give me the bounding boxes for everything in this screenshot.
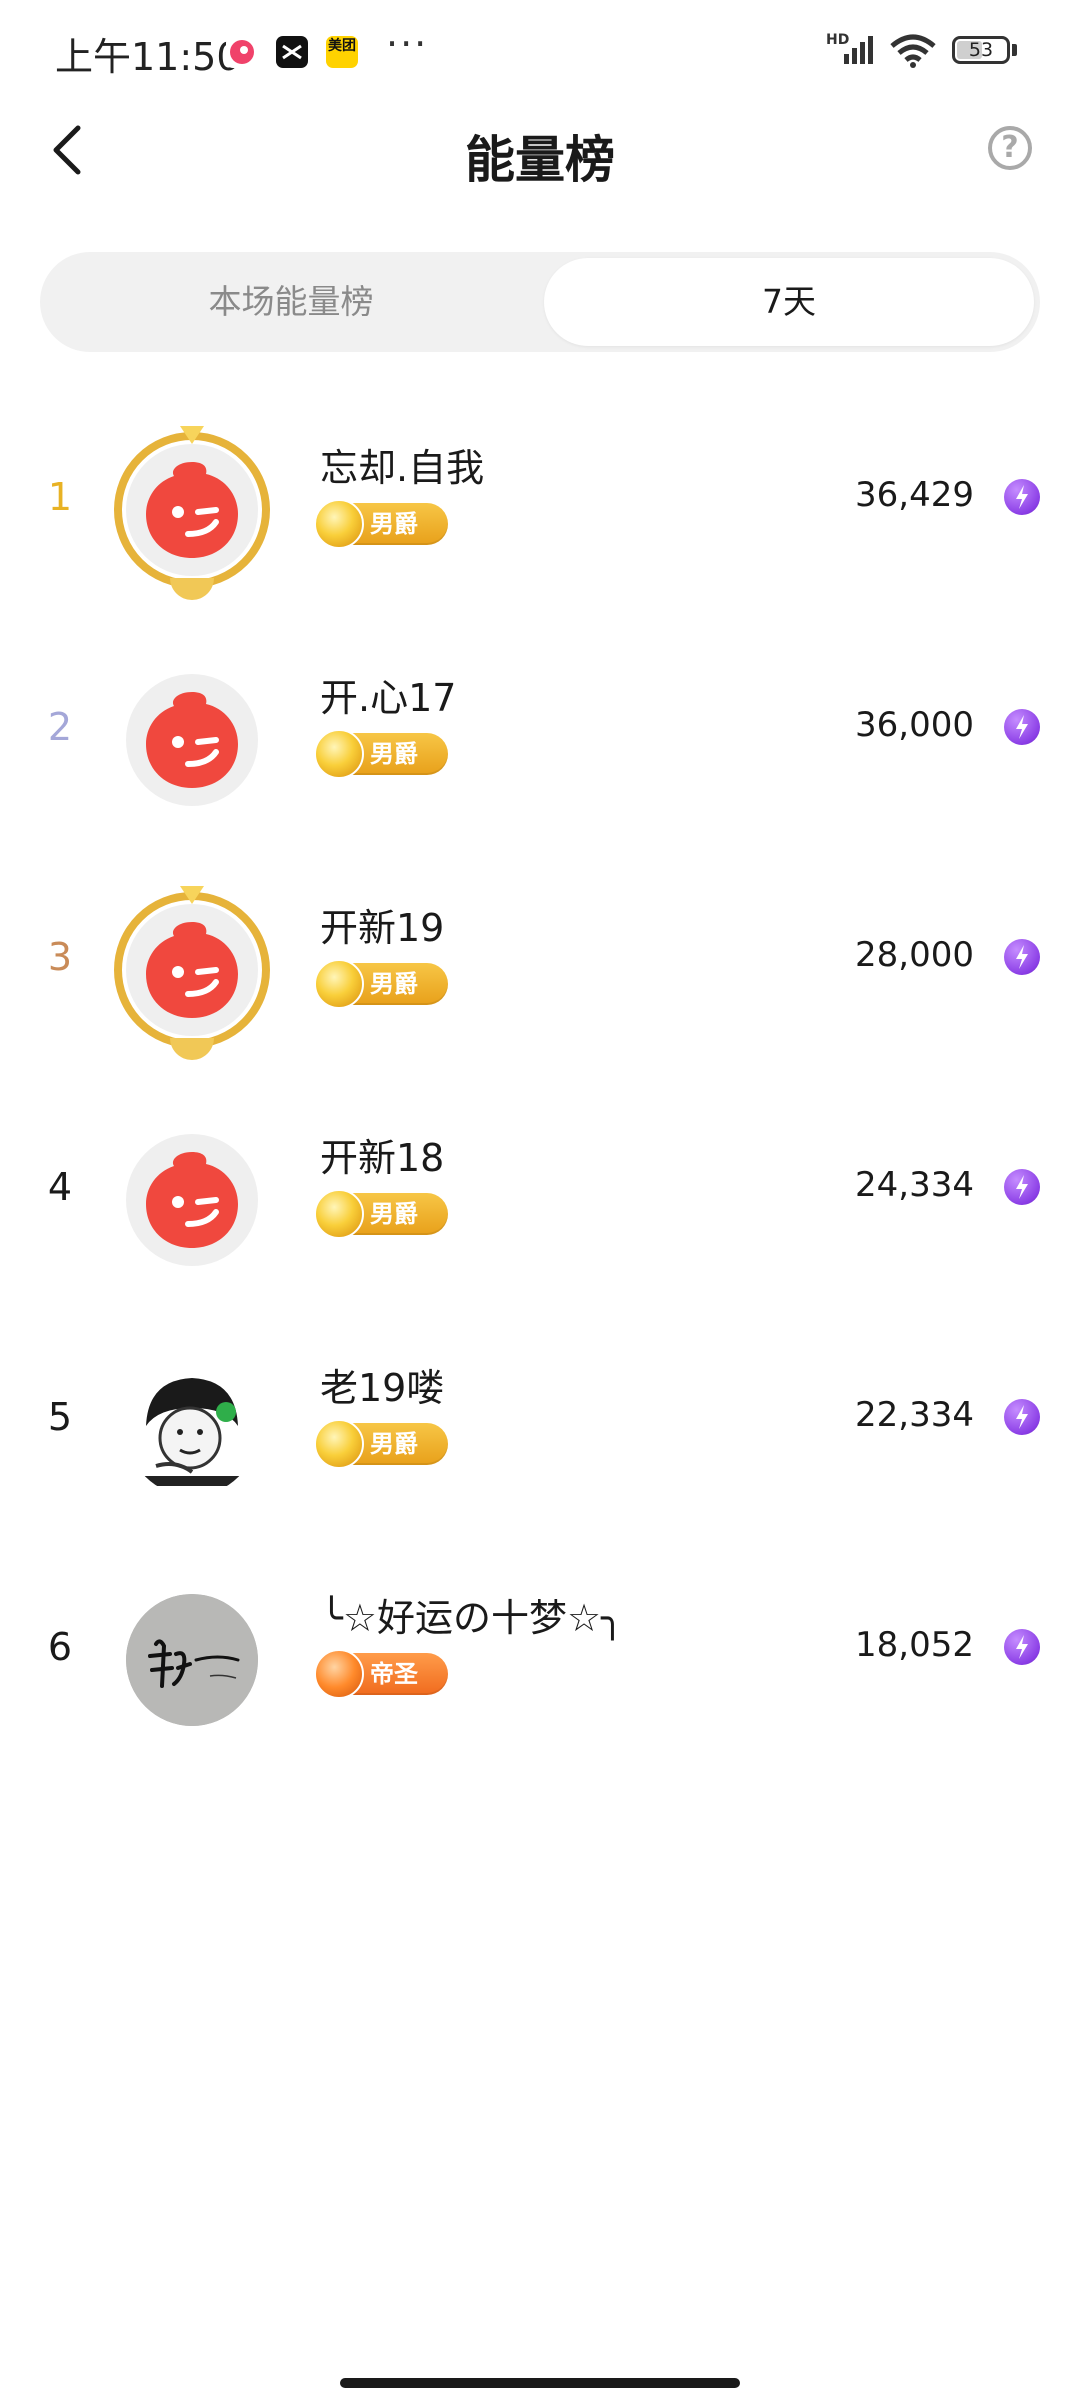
- energy-value: 22,334: [855, 1395, 974, 1435]
- avatar[interactable]: [122, 670, 262, 810]
- energy-value: 28,000: [855, 935, 974, 975]
- energy-bolt-icon: [1004, 1629, 1040, 1665]
- avatar[interactable]: [122, 1590, 262, 1730]
- energy-bolt-icon: [1004, 709, 1040, 745]
- energy-value: 36,000: [855, 705, 974, 745]
- battery-icon: 53: [952, 36, 1010, 64]
- energy-bolt-icon: [1004, 1169, 1040, 1205]
- list-item[interactable]: 6 ╰☆好运の十梦☆╮ 帝圣 18,052: [0, 1545, 1080, 1775]
- badge-label: 男爵: [370, 1200, 418, 1228]
- baron-icon: [314, 499, 364, 549]
- battery-tip: [1012, 44, 1017, 56]
- more-notifications-icon: ···: [386, 22, 429, 66]
- badge-label: 帝圣: [370, 1660, 418, 1688]
- list-item[interactable]: 1 忘却.自我 男爵 36,429: [0, 395, 1080, 625]
- rank-badge: 男爵: [314, 1189, 448, 1239]
- energy-value: 18,052: [855, 1625, 974, 1665]
- network-type-label: HD: [826, 32, 850, 48]
- energy-value: 24,334: [855, 1165, 974, 1205]
- user-name: 开.心17: [320, 676, 457, 720]
- avatar-image: [126, 674, 258, 806]
- gold-frame: [114, 892, 270, 1048]
- rank-number: 5: [47, 1395, 73, 1439]
- user-name: 开新18: [320, 1136, 445, 1180]
- wifi-icon: [890, 34, 936, 68]
- tab-current-session[interactable]: 本场能量榜: [46, 258, 536, 346]
- rank-number: 6: [47, 1625, 73, 1669]
- calligraphy-icon: [126, 1594, 258, 1726]
- meituan-app-icon: 美团: [326, 36, 358, 68]
- header-bar: 能量榜 ?: [0, 100, 1080, 200]
- red-mascot-icon: [146, 692, 238, 788]
- home-indicator[interactable]: [340, 2378, 740, 2388]
- energy-value: 36,429: [855, 475, 974, 515]
- page-title: 能量榜: [465, 131, 615, 189]
- list-item[interactable]: 4 开新18 男爵 24,334: [0, 1085, 1080, 1315]
- energy-bolt-icon: [1004, 1399, 1040, 1435]
- user-name: ╰☆好运の十梦☆╮: [320, 1596, 624, 1640]
- baron-icon: [314, 729, 364, 779]
- avatar-image: [126, 1364, 258, 1496]
- frame-crest: [170, 578, 214, 600]
- rank-badge: 男爵: [314, 1419, 448, 1469]
- avatar[interactable]: [114, 426, 270, 600]
- rank-badge: 帝圣: [314, 1649, 448, 1699]
- rank-badge: 男爵: [314, 959, 448, 1009]
- frame-crest: [170, 1038, 214, 1060]
- list-item[interactable]: 3 开新19 男爵 28,000: [0, 855, 1080, 1085]
- avatar-image: [126, 1134, 258, 1266]
- rank-badge: 男爵: [314, 499, 448, 549]
- energy-bolt-icon: [1004, 479, 1040, 515]
- rank-number: 1: [47, 475, 73, 519]
- rank-badge: 男爵: [314, 729, 448, 779]
- status-time: 上午11:50: [55, 35, 241, 79]
- gold-frame: [114, 432, 270, 588]
- energy-bolt-icon: [1004, 939, 1040, 975]
- leaderboard-tabs: 本场能量榜 7天: [40, 252, 1040, 352]
- tab-7-days[interactable]: 7天: [544, 258, 1034, 346]
- badge-label: 男爵: [370, 970, 418, 998]
- baron-icon: [314, 1189, 364, 1239]
- avatar-image: [126, 1594, 258, 1726]
- list-item[interactable]: 5 老19喽 男爵 22,334: [0, 1315, 1080, 1545]
- emperor-icon: [314, 1649, 364, 1699]
- battery-level-text: 53: [968, 39, 994, 61]
- baron-icon: [314, 1419, 364, 1469]
- baron-icon: [314, 959, 364, 1009]
- rank-number: 2: [47, 705, 73, 749]
- question-icon: ?: [1001, 130, 1019, 165]
- avatar[interactable]: [122, 1130, 262, 1270]
- status-bar: 上午11:50 美团 ··· HD 53: [0, 0, 1080, 100]
- user-name: 老19喽: [320, 1366, 445, 1410]
- rank-number: 3: [47, 935, 73, 979]
- user-name: 开新19: [320, 906, 445, 950]
- capcut-app-icon: [276, 36, 308, 68]
- user-name: 忘却.自我: [320, 446, 485, 490]
- help-button[interactable]: ?: [988, 126, 1032, 170]
- avatar[interactable]: [114, 886, 270, 1060]
- badge-label: 男爵: [370, 1430, 418, 1458]
- avatar[interactable]: [122, 1360, 262, 1500]
- badge-label: 男爵: [370, 510, 418, 538]
- rank-number: 4: [47, 1165, 73, 1209]
- meme-face-icon: [144, 1378, 240, 1486]
- badge-label: 男爵: [370, 740, 418, 768]
- red-mascot-icon: [146, 1152, 238, 1248]
- notification-app-icon-1: [226, 36, 258, 68]
- list-item[interactable]: 2 开.心17 男爵 36,000: [0, 625, 1080, 855]
- energy-leaderboard-screen: 上午11:50 美团 ··· HD 53 能量榜 ? 本场能量榜 7天 1 忘却…: [0, 0, 1080, 2400]
